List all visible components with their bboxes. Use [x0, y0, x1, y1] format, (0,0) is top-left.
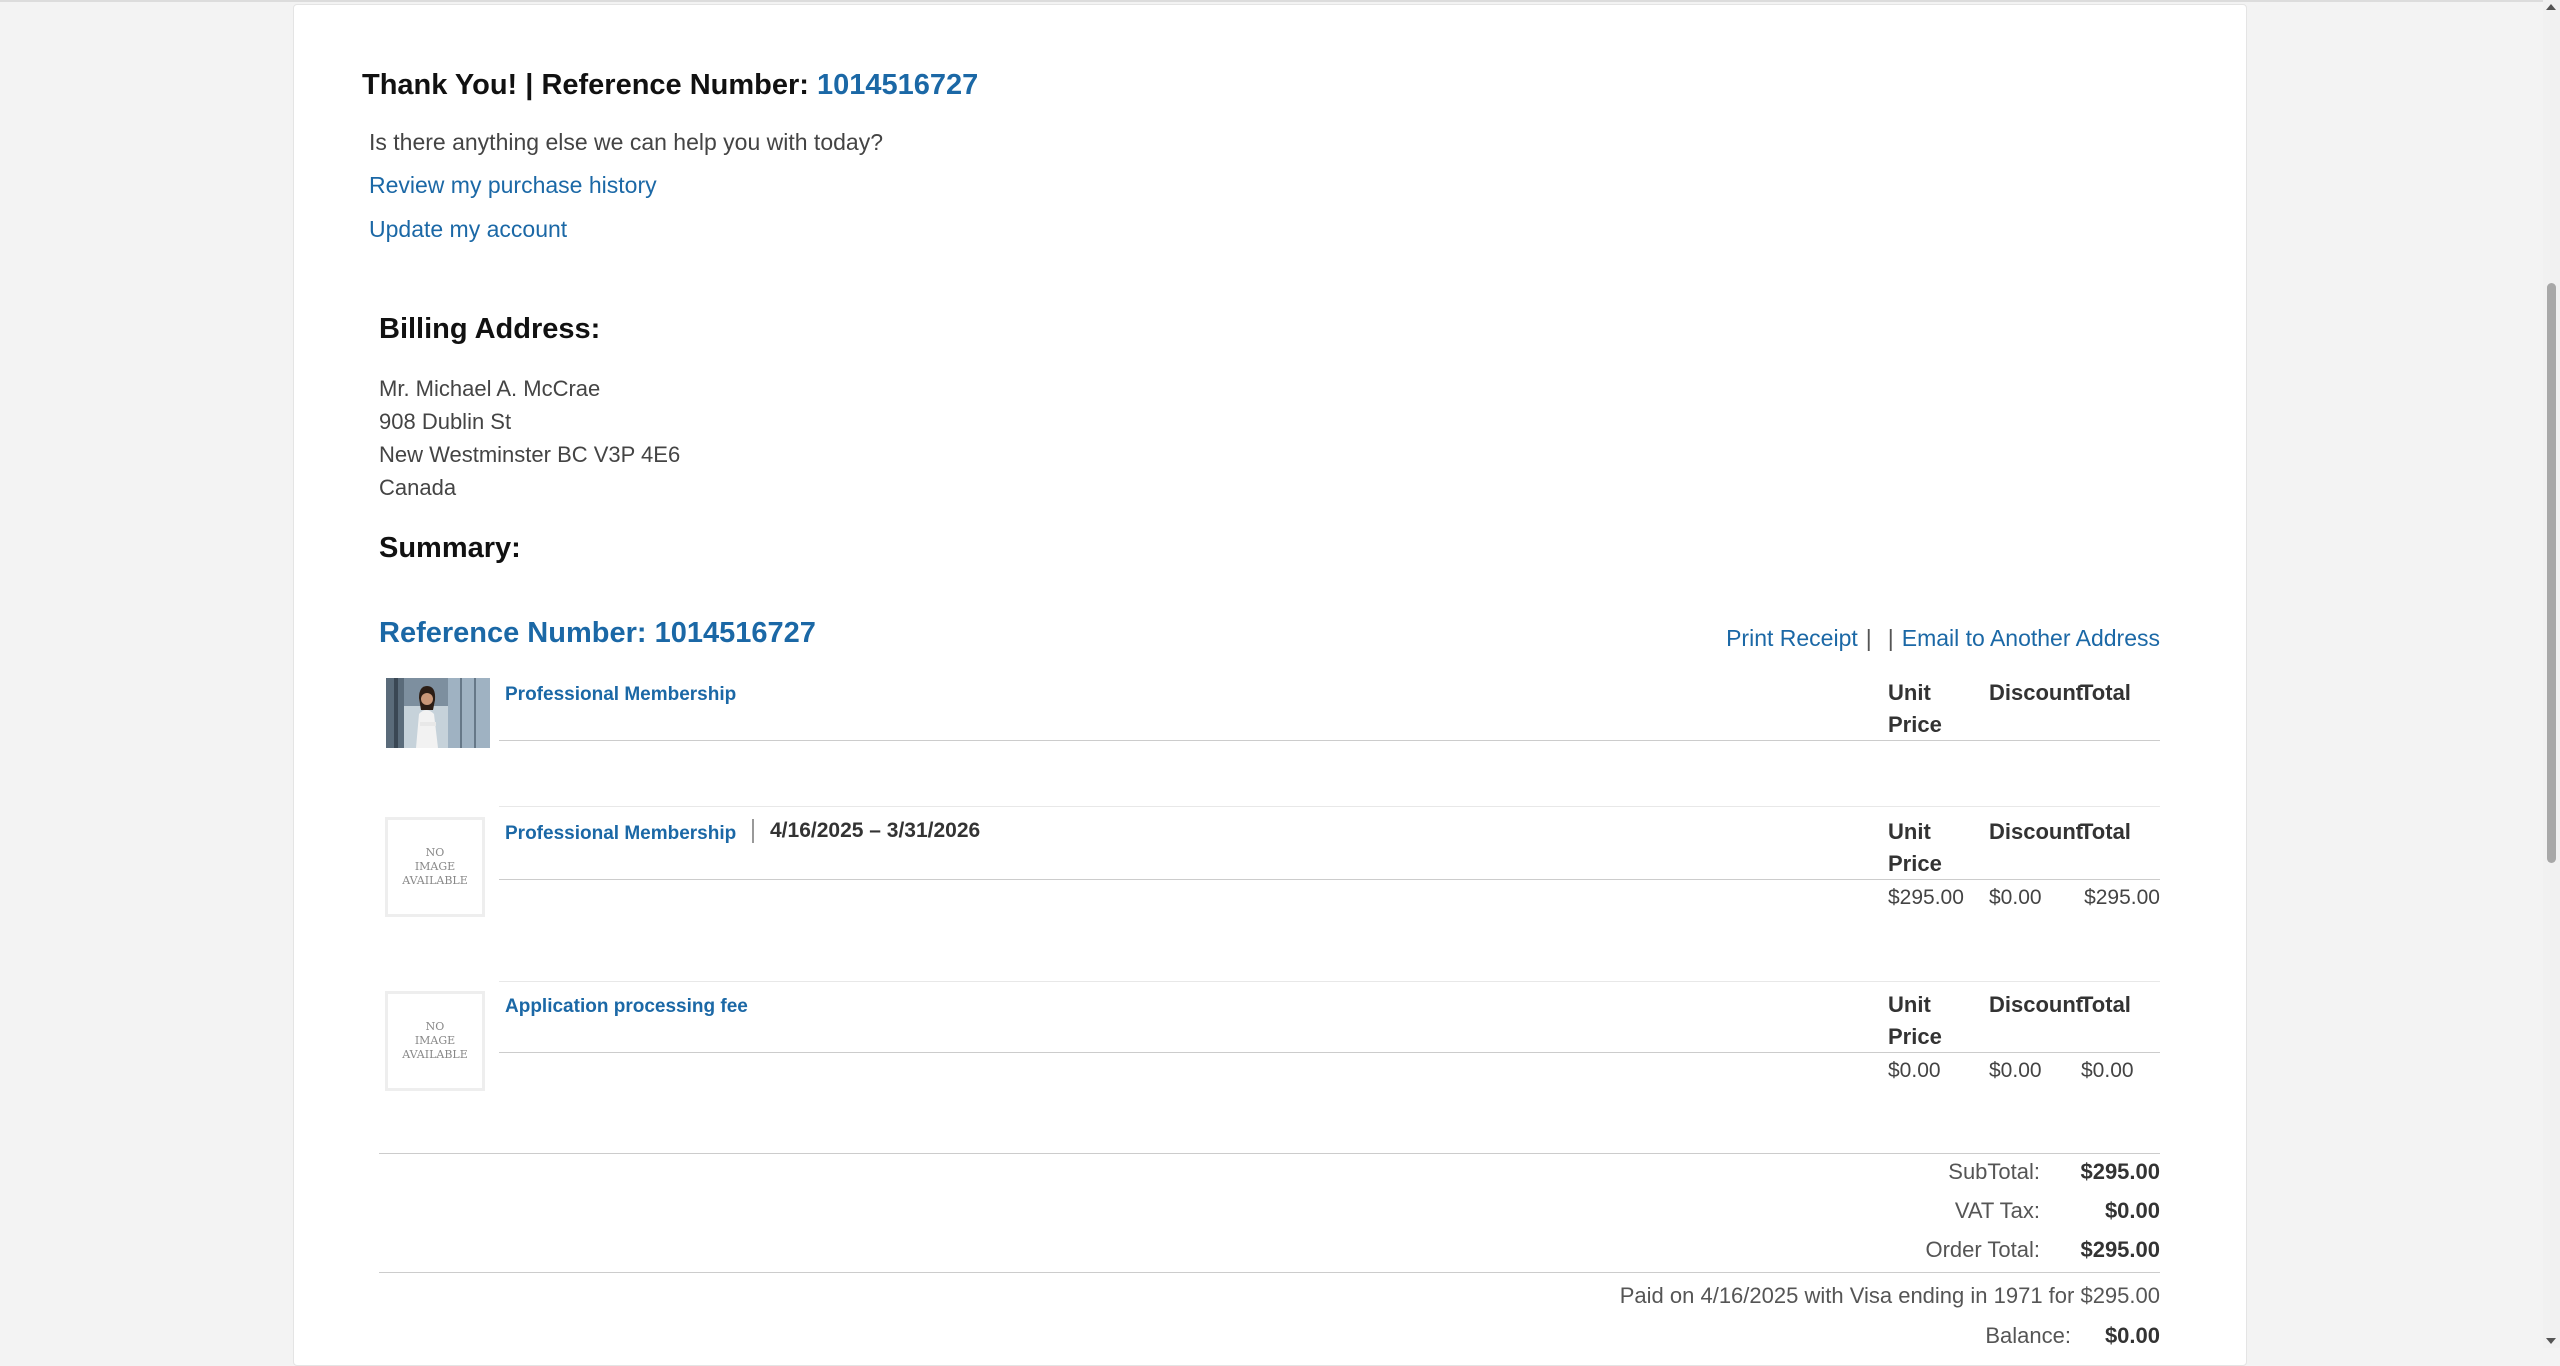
- total-value: $295.00: [2084, 886, 2160, 909]
- summary-reference-number: Reference Number: 1014516727: [379, 617, 816, 649]
- order-total-label: Order Total:: [1925, 1237, 2040, 1262]
- separator: |: [1865, 625, 1872, 651]
- item-name[interactable]: Professional Membership: [505, 684, 736, 706]
- payment-divider: [379, 1272, 2160, 1273]
- top-border: [0, 0, 2545, 2]
- unit-price-header: Unit Price: [1888, 992, 1942, 1049]
- unit-price-header: Unit Price: [1888, 819, 1942, 876]
- page-title: Thank You! | Reference Number: 101451672…: [362, 69, 978, 102]
- row-separator: [499, 981, 2160, 982]
- discount-header: Discount: [1989, 819, 2084, 844]
- print-receipt-link[interactable]: Print Receipt: [1726, 625, 1858, 651]
- balance-label: Balance:: [1985, 1323, 2071, 1348]
- vat-value: $0.00: [2104, 1198, 2160, 1223]
- unit-price-value: $0.00: [1888, 1059, 1941, 1082]
- billing-city: New Westminster BC V3P 4E6: [379, 442, 681, 467]
- item-divider: [499, 740, 2160, 741]
- confirmation-card: Thank You! | Reference Number: 101451672…: [293, 4, 2247, 1366]
- discount-value: $0.00: [1989, 1059, 2042, 1082]
- item-name[interactable]: Professional Membership: [505, 823, 736, 845]
- row-separator: [499, 806, 2160, 807]
- balance-value: $0.00: [2104, 1323, 2160, 1348]
- subtotal-label: SubTotal:: [1948, 1159, 2040, 1184]
- thanks-prefix: Thank You! | Reference Number:: [362, 69, 818, 101]
- discount-header: Discount: [1989, 680, 2084, 705]
- scrollbar-thumb[interactable]: [2547, 283, 2556, 863]
- no-image-placeholder: NO IMAGE AVAILABLE: [385, 817, 485, 917]
- discount-value: $0.00: [1989, 886, 2042, 909]
- woman-photo-icon: [386, 678, 490, 748]
- totals-divider: [379, 1153, 2160, 1154]
- total-header: Total: [2080, 819, 2131, 844]
- membership-photo: [386, 678, 490, 748]
- billing-street: 908 Dublin St: [379, 409, 512, 434]
- vat-label: VAT Tax:: [1954, 1198, 2040, 1223]
- update-account-link[interactable]: Update my account: [369, 216, 567, 243]
- unit-price-value: $295.00: [1888, 886, 1964, 909]
- email-receipt-link[interactable]: Email to Another Address: [1902, 625, 2160, 651]
- total-value: $0.00: [2081, 1059, 2134, 1082]
- item-name[interactable]: Application processing fee: [505, 996, 748, 1018]
- total-header: Total: [2080, 992, 2131, 1017]
- total-header: Total: [2080, 680, 2131, 705]
- page-scrollbar[interactable]: [2543, 0, 2560, 1348]
- item-divider: [499, 1052, 2160, 1053]
- no-image-placeholder: NO IMAGE AVAILABLE: [385, 991, 485, 1091]
- billing-country: Canada: [379, 475, 457, 500]
- membership-date-range: 4/16/2025 – 3/31/2026: [752, 819, 980, 843]
- billing-address-title: Billing Address:: [379, 313, 601, 345]
- subtotal-value: $295.00: [2080, 1159, 2160, 1184]
- scroll-up-icon[interactable]: [2546, 4, 2556, 10]
- receipt-actions: Print Receipt | | Email to Another Address: [1726, 625, 2160, 652]
- unit-price-header: Unit Price: [1888, 680, 1942, 737]
- summary-title: Summary:: [379, 532, 521, 564]
- billing-address: Mr. Michael A. McCrae 908 Dublin St New …: [379, 372, 680, 504]
- order-total-value: $295.00: [2080, 1237, 2160, 1262]
- separator: |: [1887, 625, 1894, 651]
- payment-note: Paid on 4/16/2025 with Visa ending in 19…: [1619, 1283, 2160, 1308]
- scroll-down-icon[interactable]: [2546, 1338, 2556, 1344]
- purchase-history-link[interactable]: Review my purchase history: [369, 172, 657, 199]
- billing-name: Mr. Michael A. McCrae: [379, 376, 601, 401]
- reference-number: 1014516727: [817, 69, 979, 101]
- discount-header: Discount: [1989, 992, 2084, 1017]
- help-question: Is there anything else we can help you w…: [369, 129, 883, 155]
- item-divider: [499, 879, 2160, 880]
